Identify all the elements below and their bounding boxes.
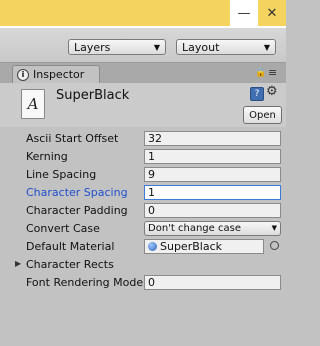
open-button[interactable]: Open	[243, 106, 282, 124]
chevron-down-icon: ▼	[263, 42, 270, 52]
line-spacing-field[interactable]: 9	[144, 167, 281, 182]
property-row-convert-case: Convert Case Don't change case ▼	[0, 220, 286, 238]
window-titlebar: — ✕	[0, 0, 286, 28]
property-label: Character Spacing	[26, 186, 128, 199]
toolbar: Layers ▼ Layout ▼	[0, 28, 286, 63]
info-icon: i	[17, 68, 29, 81]
property-label: Character Rects	[26, 258, 114, 271]
tab-inspector-label: Inspector	[33, 68, 85, 81]
property-row-line-spacing: Line Spacing 9	[0, 166, 286, 184]
material-icon	[148, 242, 157, 251]
font-asset-icon: A	[21, 89, 45, 119]
asset-title: SuperBlack	[56, 88, 130, 103]
gear-icon[interactable]: ⚙	[266, 84, 278, 99]
property-row-font-rendering-mode: Font Rendering Mode 0	[0, 274, 286, 292]
lock-icon[interactable]: 🔒	[255, 68, 266, 78]
properties-panel: Ascii Start Offset 32 Kerning 1 Line Spa…	[0, 127, 286, 346]
titlebar-background	[0, 0, 230, 26]
layers-dropdown[interactable]: Layers ▼	[68, 39, 166, 55]
close-button[interactable]: ✕	[258, 0, 286, 26]
menu-icon[interactable]: ≡	[268, 66, 277, 79]
font-rendering-mode-field[interactable]: 0	[144, 275, 281, 290]
tab-inspector[interactable]: i Inspector	[12, 65, 100, 83]
chevron-down-icon: ▼	[153, 42, 160, 52]
foldout-arrow-icon[interactable]: ▶	[15, 259, 21, 268]
character-spacing-field[interactable]: 1	[144, 185, 281, 200]
chevron-down-icon: ▼	[271, 224, 277, 232]
minimize-button[interactable]: —	[230, 0, 258, 26]
property-row-character-padding: Character Padding 0	[0, 202, 286, 220]
default-material-value: SuperBlack	[160, 240, 222, 253]
property-label: Ascii Start Offset	[26, 132, 119, 145]
object-picker-icon[interactable]	[270, 241, 279, 250]
property-row-default-material: Default Material SuperBlack	[0, 238, 286, 256]
convert-case-value: Don't change case	[148, 223, 241, 234]
property-row-character-spacing: Character Spacing 1	[0, 184, 286, 202]
property-row-kerning: Kerning 1	[0, 148, 286, 166]
layout-dropdown[interactable]: Layout ▼	[176, 39, 276, 55]
help-icon[interactable]: ?	[250, 87, 264, 101]
ascii-start-offset-field[interactable]: 32	[144, 131, 281, 146]
default-material-field[interactable]: SuperBlack	[144, 239, 264, 254]
property-label: Default Material	[26, 240, 115, 253]
layout-dropdown-label: Layout	[182, 40, 220, 54]
property-label: Font Rendering Mode	[26, 276, 144, 289]
character-padding-field[interactable]: 0	[144, 203, 281, 218]
property-row-ascii-start-offset: Ascii Start Offset 32	[0, 130, 286, 148]
convert-case-dropdown[interactable]: Don't change case ▼	[144, 221, 281, 236]
property-label: Kerning	[26, 150, 68, 163]
property-label: Character Padding	[26, 204, 128, 217]
property-label: Convert Case	[26, 222, 100, 235]
layers-dropdown-label: Layers	[74, 40, 111, 54]
inspector-header: A SuperBlack ? ⚙ Open	[0, 83, 286, 128]
property-row-character-rects[interactable]: ▶ Character Rects	[0, 256, 286, 274]
kerning-field[interactable]: 1	[144, 149, 281, 164]
property-label: Line Spacing	[26, 168, 97, 181]
tab-bar: i Inspector 🔒 ≡	[0, 63, 286, 83]
